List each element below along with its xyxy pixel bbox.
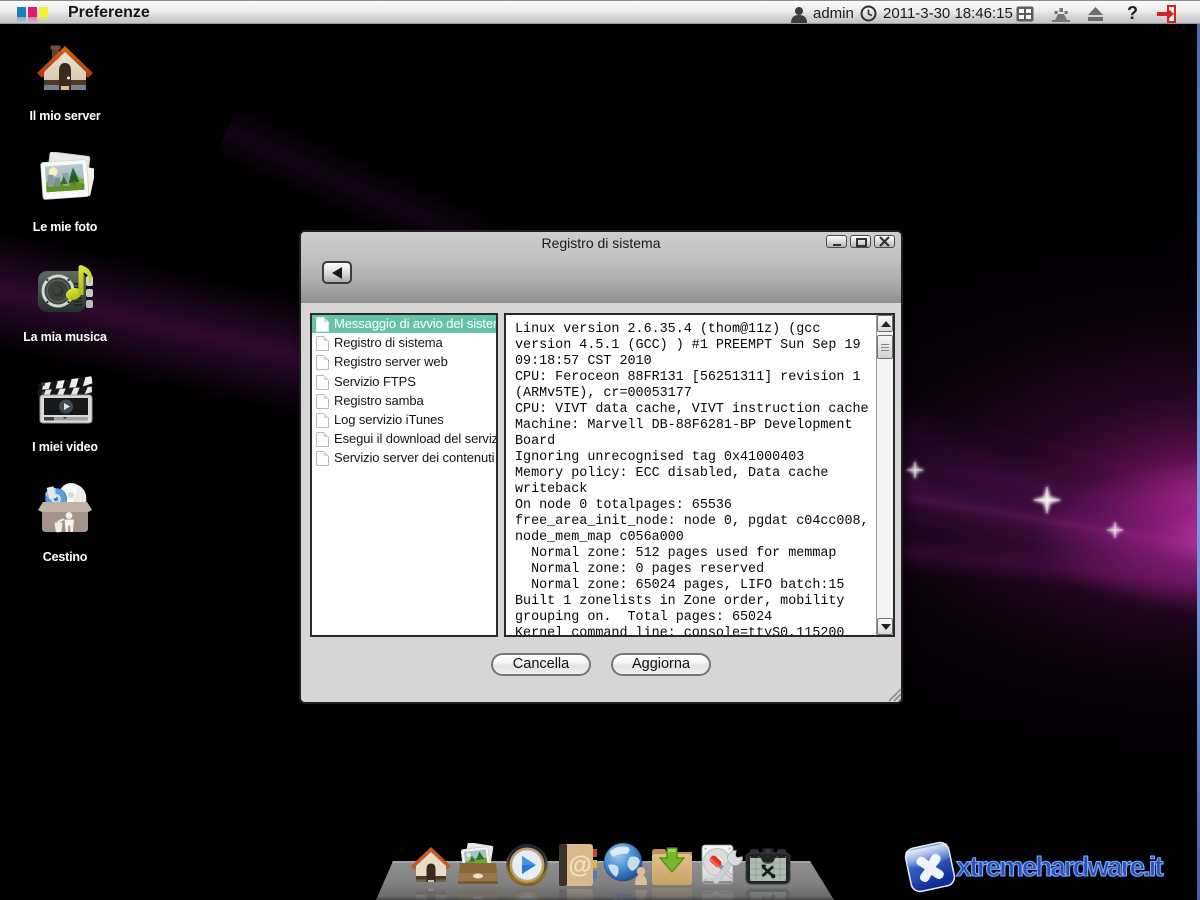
svg-text:@: @ — [568, 852, 591, 879]
